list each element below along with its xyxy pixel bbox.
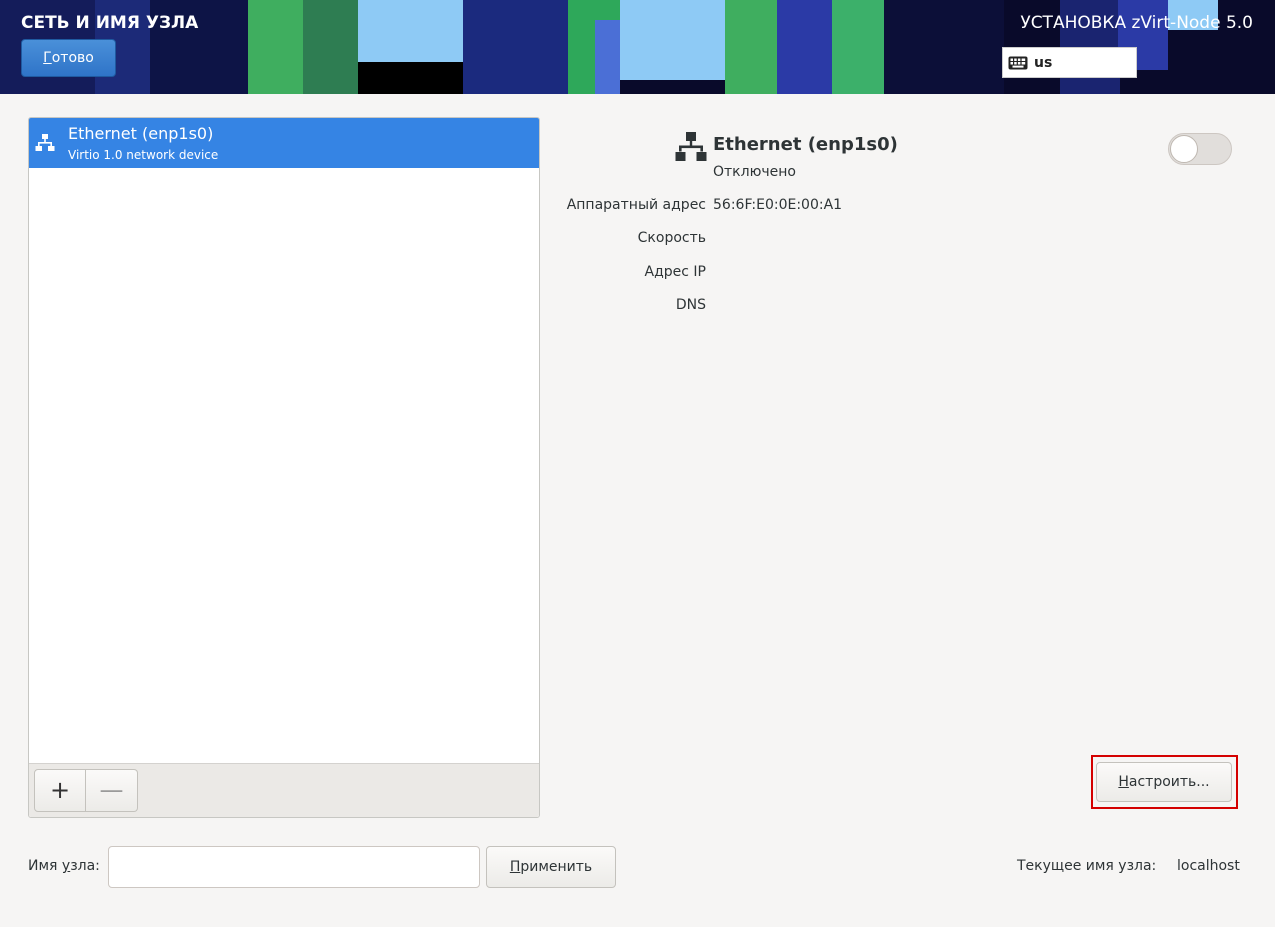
- configure-button-mnemonic: Н: [1118, 774, 1129, 790]
- header-banner: СЕТЬ И ИМЯ УЗЛА Готово УСТАНОВКА zVirt-N…: [0, 0, 1275, 94]
- add-device-button[interactable]: +: [34, 769, 86, 812]
- configure-button[interactable]: Настроить...: [1096, 762, 1232, 802]
- device-name: Ethernet (enp1s0): [68, 124, 214, 143]
- ip-address-label: Адрес IP: [644, 264, 706, 280]
- network-wired-icon: [675, 132, 707, 161]
- installer-title: УСТАНОВКА zVirt-Node 5.0: [1020, 13, 1253, 33]
- hostname-label: Имя узла:: [28, 858, 100, 874]
- device-list-item[interactable]: Ethernet (enp1s0) Virtio 1.0 network dev…: [29, 118, 539, 168]
- keyboard-layout-label: us: [1034, 54, 1053, 71]
- hostname-label-mnemonic: у: [61, 858, 71, 874]
- network-wired-icon: [35, 134, 55, 151]
- apply-button-label: рименить: [520, 859, 593, 875]
- keyboard-layout-indicator[interactable]: us: [1002, 47, 1137, 78]
- keyboard-icon: [1008, 56, 1028, 69]
- hostname-label-before: Имя: [28, 858, 62, 874]
- device-status: Отключено: [713, 164, 796, 180]
- apply-button-mnemonic: П: [509, 859, 521, 875]
- device-list: Ethernet (enp1s0) Virtio 1.0 network dev…: [28, 117, 540, 818]
- page-title: СЕТЬ И ИМЯ УЗЛА: [21, 13, 199, 33]
- done-button-label: отово: [51, 50, 94, 66]
- apply-button[interactable]: Применить: [486, 846, 616, 888]
- hardware-address-label: Аппаратный адрес: [566, 197, 706, 213]
- done-button-mnemonic: Г: [43, 50, 52, 66]
- device-description: Virtio 1.0 network device: [68, 148, 219, 162]
- connection-toggle[interactable]: [1168, 133, 1232, 165]
- done-button[interactable]: Готово: [21, 39, 116, 77]
- hostname-input[interactable]: [108, 846, 480, 888]
- speed-label: Скорость: [637, 230, 706, 246]
- current-hostname-value: localhost: [1177, 858, 1240, 874]
- hostname-label-after: зла:: [70, 858, 100, 874]
- device-detail-name: Ethernet (enp1s0): [713, 134, 898, 155]
- toggle-knob: [1170, 135, 1198, 163]
- device-list-toolbar: + —: [29, 763, 539, 817]
- current-hostname-label: Текущее имя узла:: [1017, 858, 1157, 874]
- remove-device-button[interactable]: —: [86, 769, 138, 812]
- hardware-address-value: 56:6F:E0:0E:00:A1: [713, 197, 843, 213]
- configure-button-label: астроить...: [1128, 774, 1210, 790]
- dns-label: DNS: [675, 297, 706, 313]
